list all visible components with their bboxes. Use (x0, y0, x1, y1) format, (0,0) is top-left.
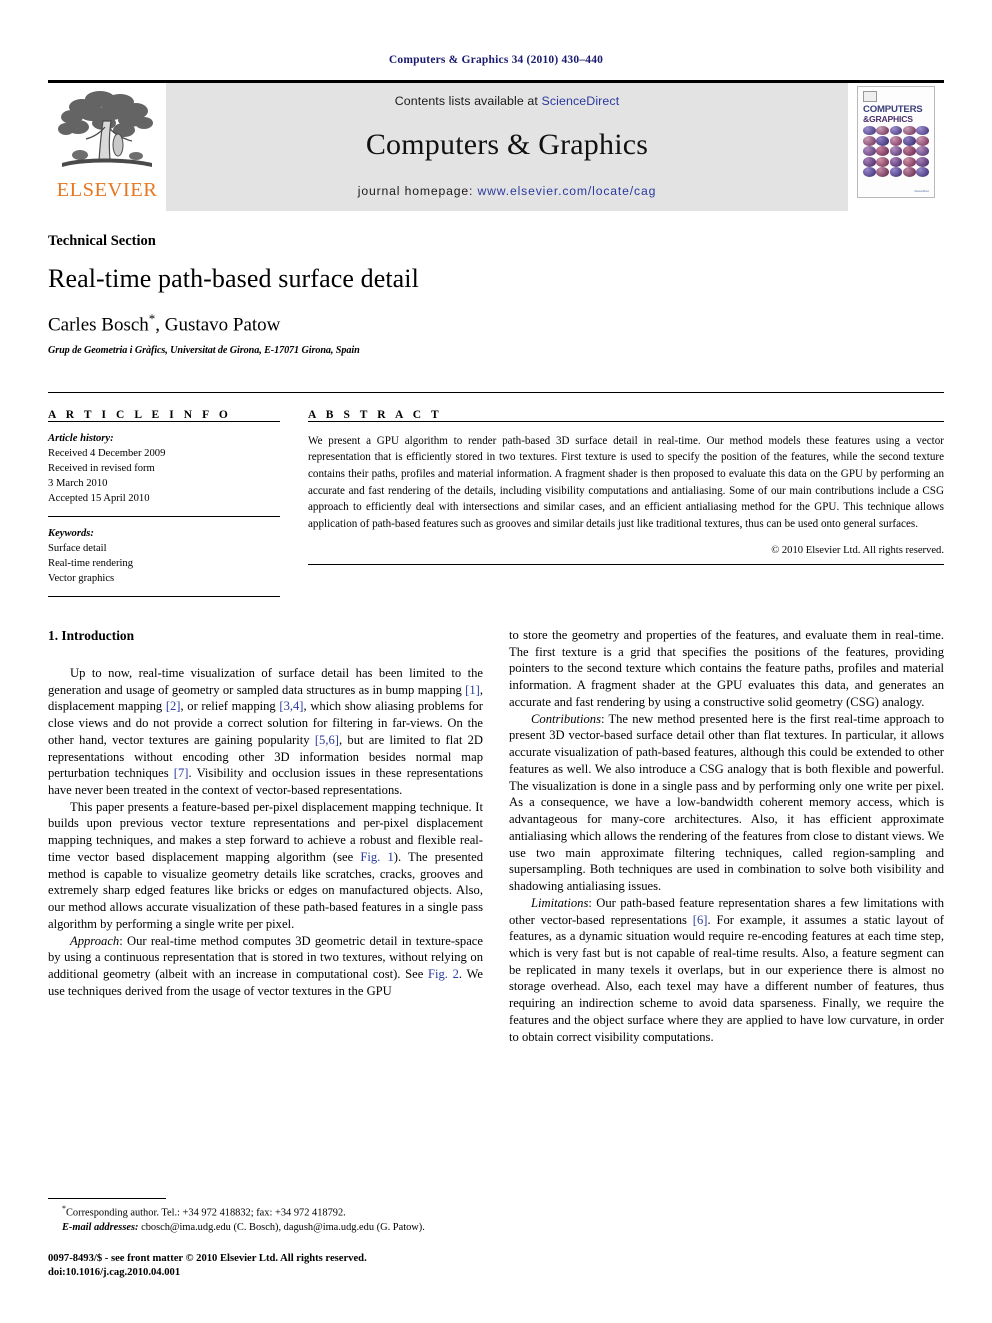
citation-link[interactable]: [2] (166, 699, 181, 713)
keyword-item: Real-time rendering (48, 557, 134, 569)
copyright-line: © 2010 Elsevier Ltd. All rights reserved… (771, 544, 944, 556)
right-column-paragraphs: to store the geometry and properties of … (509, 627, 944, 1045)
paragraph-text: : The new method presented here is the f… (509, 711, 944, 894)
journal-cover-thumbnail: COMPUTERS &GRAPHICS ScienceDirect (857, 86, 935, 198)
abstract-text: We present a GPU algorithm to render pat… (308, 434, 944, 530)
paragraph-text: to store the geometry and properties of … (509, 628, 944, 709)
paragraph-text: , or relief mapping (180, 699, 280, 714)
corresponding-author-text: Corresponding author. Tel.: +34 972 4188… (66, 1207, 346, 1219)
journal-homepage-prefix: journal homepage: (357, 184, 478, 198)
section-label: Technical Section (48, 233, 156, 249)
email-note: E-mail addresses: cbosch@ima.udg.edu (C.… (48, 1221, 478, 1235)
email-label: E-mail addresses: (62, 1221, 139, 1233)
paragraph-text: . For example, it assumes a static layou… (509, 912, 944, 1044)
history-line: Received in revised form (48, 462, 155, 474)
journal-homepage-link[interactable]: www.elsevier.com/locate/cag (477, 184, 656, 198)
paper-page: Computers & Graphics 34 (2010) 430–440 E… (0, 0, 992, 1323)
elsevier-tree-icon (58, 91, 153, 167)
journal-masthead: ELSEVIER Contents lists available at Sci… (48, 80, 944, 211)
elsevier-wordmark: ELSEVIER (56, 179, 158, 201)
body-paragraph: Limitations: Our path-based feature repr… (509, 895, 944, 1046)
paragraph-lead-in: Approach (70, 933, 120, 948)
citation-link[interactable]: Fig. 2 (428, 967, 459, 981)
citation-link[interactable]: Fig. 1 (360, 850, 393, 864)
front-matter-line-2[interactable]: doi:10.1016/j.cag.2010.04.001 (48, 1266, 478, 1281)
body-paragraph: Approach: Our real-time method computes … (48, 933, 483, 1000)
paragraph-text: Up to now, real-time visualization of su… (48, 665, 483, 697)
journal-title: Computers & Graphics (365, 128, 649, 161)
body-paragraph: This paper presents a feature-based per-… (48, 799, 483, 933)
elsevier-logo: ELSEVIER (48, 83, 166, 211)
cover-sphere-grid (863, 125, 929, 177)
cover-title-line2: &GRAPHICS (863, 113, 913, 124)
email-text[interactable]: cbosch@ima.udg.edu (C. Bosch), dagush@im… (138, 1222, 425, 1233)
page-title: Real-time path-based surface detail (48, 264, 419, 293)
keyword-item: Vector graphics (48, 572, 115, 584)
paragraph-lead-in: Limitations (531, 895, 589, 910)
citation-link[interactable]: [7] (174, 766, 189, 780)
article-history-block: Article history: Received 4 December 200… (48, 422, 280, 516)
citation-link[interactable]: [6] (693, 913, 708, 927)
author-names: Carles Bosch (48, 314, 149, 336)
section-heading-introduction: 1. Introduction (48, 628, 135, 644)
keywords-block: Keywords: Surface detail Real-time rende… (48, 517, 280, 596)
cover-elsevier-mark-icon (863, 91, 877, 102)
abstract-rule-bottom (308, 563, 944, 565)
body-column-right: to store the geometry and properties of … (509, 627, 944, 1045)
keywords-label: Keywords: (48, 527, 94, 539)
history-line: Received 4 December 2009 (48, 447, 166, 459)
running-head: Computers & Graphics 34 (2010) 430–440 (388, 54, 604, 66)
body-paragraph: Contributions: The new method presented … (509, 711, 944, 895)
body-paragraph: to store the geometry and properties of … (509, 627, 944, 711)
contents-lists-prefix: Contents lists available at (394, 94, 542, 108)
cover-header-strip (863, 91, 929, 102)
history-line: 3 March 2010 (48, 477, 108, 489)
paragraph-lead-in: Contributions (531, 711, 601, 726)
left-column-paragraphs: Up to now, real-time visualization of su… (48, 665, 483, 1000)
front-matter-line-1: 0097-8493/$ - see front matter © 2010 El… (48, 1252, 367, 1264)
body-paragraph: Up to now, real-time visualization of su… (48, 665, 483, 799)
article-history-label: Article history: (48, 432, 114, 444)
citation-link[interactable]: [5,6] (315, 733, 339, 747)
contents-lists-line: Contents lists available at ScienceDirec… (395, 94, 620, 108)
front-matter-block: 0097-8493/$ - see front matter © 2010 El… (48, 1252, 478, 1281)
affiliation: Grup de Geometria i Gràfics, Universitat… (48, 344, 360, 356)
journal-homepage-line: journal homepage: www.elsevier.com/locat… (358, 184, 656, 198)
cover-sciencedirect-label: ScienceDirect (914, 190, 929, 193)
cover-footer-strip: ScienceDirect (863, 177, 929, 193)
info-abstract-region: A R T I C L E I N F O Article history: R… (48, 391, 944, 598)
journal-banner: Contents lists available at ScienceDirec… (166, 83, 848, 211)
citation-link[interactable]: [1] (465, 683, 480, 697)
article-info-column: A R T I C L E I N F O Article history: R… (48, 393, 280, 598)
history-line: Accepted 15 April 2010 (48, 492, 150, 504)
footnote-area: *Corresponding author. Tel.: +34 972 418… (48, 1198, 478, 1281)
corresponding-author-note: *Corresponding author. Tel.: +34 972 418… (48, 1204, 478, 1221)
author-list: Carles Bosch*, Gustavo Patow (48, 311, 944, 336)
footnote-rule (48, 1198, 166, 1200)
abstract-heading: A B S T R A C T (308, 408, 443, 421)
body-columns: 1. Introduction Up to now, real-time vis… (48, 627, 944, 1045)
article-info-rule-bottom (48, 596, 280, 598)
author-names-rest: , Gustavo Patow (155, 314, 281, 336)
abstract-column: A B S T R A C T We present a GPU algorit… (308, 393, 944, 597)
journal-cover-wrap: COMPUTERS &GRAPHICS ScienceDirect (848, 83, 944, 211)
citation-link[interactable]: [3,4] (279, 699, 303, 713)
sciencedirect-link[interactable]: ScienceDirect (542, 94, 620, 108)
cover-title-block: COMPUTERS &GRAPHICS (863, 105, 929, 124)
body-column-left: 1. Introduction Up to now, real-time vis… (48, 627, 483, 1045)
article-info-heading: A R T I C L E I N F O (48, 408, 232, 421)
keyword-item: Surface detail (48, 542, 107, 554)
